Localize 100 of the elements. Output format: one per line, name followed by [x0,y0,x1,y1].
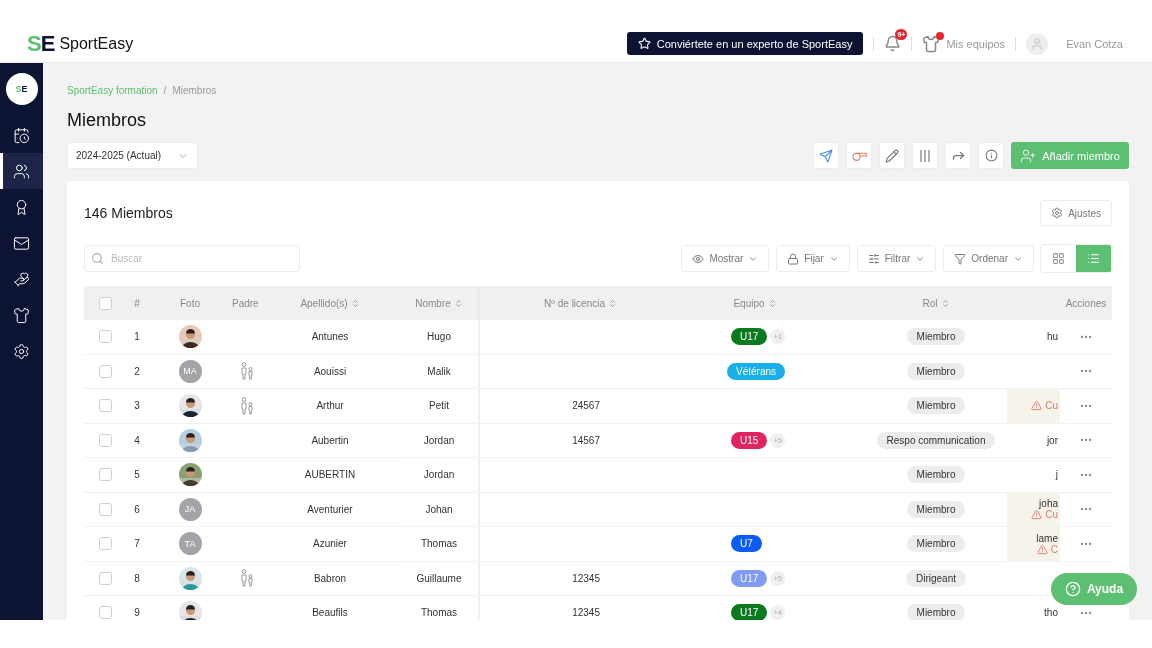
last-name-cell: Aouissi [313,365,347,377]
sort-icon[interactable] [350,298,360,308]
row-checkbox[interactable] [98,571,112,585]
role-tag: Miembro [906,535,966,553]
last-name-cell: Aubertin [311,434,349,446]
pencil-icon [885,148,899,163]
team-badge: U17 [731,569,768,587]
settings-icon [13,342,30,360]
sort-icon[interactable] [940,298,950,308]
edit-button[interactable] [879,142,905,169]
contact-text: tho [1044,607,1058,619]
first-name-cell: Johan [425,503,453,515]
row-checkbox[interactable] [98,468,112,482]
contact-text: j [1055,469,1058,481]
filter-dropdown[interactable]: Mostrar [681,245,770,272]
search-field[interactable]: Buscar [84,245,300,272]
column-header: Foto [180,297,200,309]
calendar-icon [13,126,30,144]
column-header[interactable]: Nº de licencia [544,297,605,309]
license-cell: 12345 [572,572,600,584]
row-checkbox[interactable] [98,606,112,620]
row-number: 2 [134,365,140,377]
row-checkbox[interactable] [98,433,112,447]
row-checkbox[interactable] [98,364,112,378]
role-tag: Dirigeant [906,569,966,587]
sidebar-item[interactable] [0,153,43,189]
send-icon [819,148,833,163]
shirt-icon[interactable] [922,34,941,53]
row-number: 8 [134,572,140,584]
shirt-icon [13,306,30,324]
user-name[interactable]: Evan Cotza [1066,37,1123,50]
whistle-button[interactable] [846,142,872,169]
warning-text: Cu [1031,400,1058,412]
team-badge: U15 [731,431,768,449]
row-number: 5 [134,469,140,481]
filter-dropdown[interactable]: Filtrar [856,245,937,272]
license-cell: 12345 [572,607,600,619]
breadcrumb-separator: / [163,85,167,96]
season-select[interactable]: 2024-2025 (Actual) [67,142,198,169]
role-tag: Miembro [906,500,966,518]
parent-child-icon [240,362,254,381]
role-tag: Miembro [906,397,966,415]
column-header[interactable]: Apellido(s) [300,297,348,309]
breadcrumb-link[interactable]: SportEasy formation [67,85,158,96]
team-badge: Vétérans [727,362,786,380]
row-number: 3 [134,400,140,412]
first-name-cell: Jordan [423,469,455,481]
bell-icon[interactable] [884,35,902,52]
license-cell: 24567 [572,400,600,412]
share-button[interactable] [945,142,971,169]
row-checkbox[interactable] [98,537,112,551]
info-icon [984,149,998,162]
last-name-cell: Arthur [316,400,344,412]
members-icon [13,162,30,180]
last-name-cell: Antunes [311,331,349,343]
user-plus-icon [1020,147,1037,164]
row-number: 4 [134,434,140,446]
contact-text: hu [1046,331,1058,343]
column-header[interactable]: Padre [232,297,259,309]
send-button[interactable] [813,142,839,169]
initials-avatar: MA [178,359,202,383]
logo[interactable]: SE [27,32,55,55]
teams-link[interactable]: Mis equipos [946,37,1006,50]
view-toggle[interactable] [1076,245,1111,272]
columns-button[interactable] [912,142,938,169]
sort-icon[interactable] [453,298,463,308]
row-checkbox[interactable] [98,502,112,516]
hand-heart-icon [13,270,30,288]
last-name-cell: Babron [313,572,347,584]
page-title: Miembros [67,109,147,132]
brand-name: SportEasy [59,34,134,53]
help-button[interactable]: Ayuda [1051,573,1137,605]
parent-child-icon [240,569,254,588]
sort-icon[interactable] [767,298,777,308]
warning-text: Cu [1031,509,1058,521]
row-number: 9 [134,607,140,619]
row-number: 7 [134,538,140,550]
filter-dropdown[interactable]: Fijar [776,245,850,272]
first-name-cell: Thomas [420,538,458,550]
column-header[interactable]: Rol [922,297,938,309]
club-logo[interactable]: SE [5,73,38,105]
sort-icon[interactable] [608,298,617,308]
mail-icon [13,234,30,252]
team-badge: U17 [731,604,768,620]
promo-button[interactable]: Conviértete en un experto de SportEasy [626,32,864,55]
row-checkbox[interactable] [98,330,112,344]
last-name-cell: AUBERTIN [304,469,356,481]
warning-text: C [1036,543,1058,555]
role-tag: Miembro [906,466,966,484]
add-member-button[interactable]: Añadir miembro [1011,142,1129,169]
license-cell: 14567 [572,434,600,446]
filter-dropdown[interactable]: Ordenar [943,245,1034,272]
row-checkbox[interactable] [98,399,112,413]
select-all-checkbox[interactable] [98,296,112,310]
settings-button[interactable]: Ajustes [1040,200,1112,226]
lock-icon [787,252,800,265]
column-header[interactable]: Nombre [415,297,451,309]
column-header[interactable]: Equipo [733,297,765,309]
info-button[interactable] [978,142,1004,169]
member-count-title: 146 Miembros [84,205,173,221]
